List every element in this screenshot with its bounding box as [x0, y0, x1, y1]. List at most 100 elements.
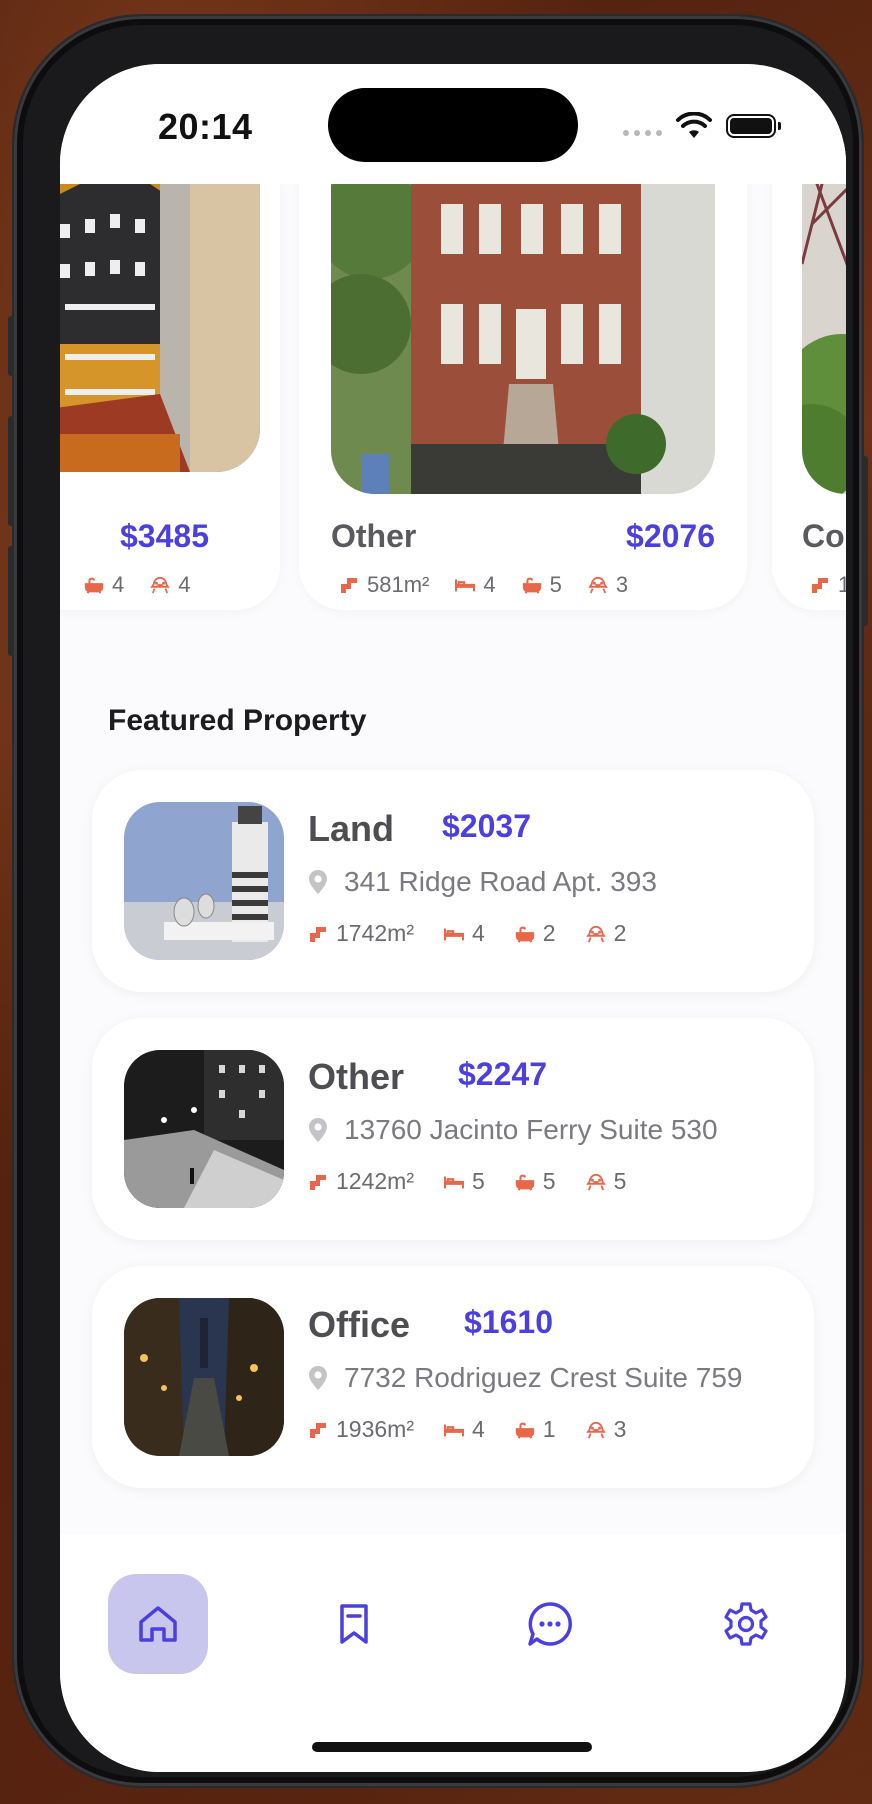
area-stat: 1742m²: [308, 920, 414, 947]
property-thumbnail: [124, 802, 284, 960]
bed-count: 5: [471, 1168, 485, 1194]
signal-icon: [623, 130, 662, 136]
bathtub-icon: [84, 576, 104, 594]
garage-count: 3: [615, 572, 629, 597]
tab-settings[interactable]: [696, 1574, 796, 1674]
property-address: 13760 Jacinto Ferry Suite 530: [308, 1114, 718, 1146]
bed-count: 4: [483, 572, 496, 597]
bed-icon: [444, 925, 464, 943]
volume-up-button: [8, 416, 14, 526]
dynamic-island: [328, 88, 578, 162]
bath-stat: 2: [515, 920, 556, 947]
property-price: $3485: [120, 518, 209, 554]
wifi-icon: [676, 112, 712, 138]
garage-icon: [586, 1421, 606, 1439]
property-price: $1610: [464, 1304, 553, 1340]
power-button: [862, 456, 868, 626]
property-address: 341 Ridge Road Apt. 393: [308, 866, 657, 898]
property-price: $2076: [626, 518, 715, 554]
garage-stat: 3: [588, 572, 628, 598]
bookmark-icon: [340, 1604, 368, 1644]
garage-stat: 5: [586, 1168, 627, 1195]
property-stats: 1242m² 5 5 5: [308, 1168, 626, 1195]
property-price: $2037: [442, 808, 531, 844]
bed-icon: [455, 576, 475, 594]
bath-stat: 4: [84, 572, 124, 598]
area-value: 1742m²: [336, 920, 414, 946]
bath-count: 2: [542, 920, 556, 946]
property-card[interactable]: Co 1: [772, 144, 846, 610]
garage-stat: 2: [586, 920, 627, 947]
area-icon: [810, 576, 830, 594]
area-stat: 581m²: [339, 572, 429, 598]
bed-icon: [444, 1173, 464, 1191]
area-icon: [308, 1173, 328, 1191]
property-image: [60, 144, 260, 472]
featured-property-card[interactable]: Other $2247 13760 Jacinto Ferry Suite 53…: [92, 1018, 814, 1240]
settings-icon: [724, 1602, 768, 1646]
area-value: 1: [838, 572, 846, 597]
property-stats: 4 4: [84, 572, 191, 598]
garage-stat: 4: [150, 572, 191, 598]
tab-messages[interactable]: [500, 1574, 600, 1674]
bathtub-icon: [515, 1173, 535, 1191]
volume-down-button: [8, 546, 14, 656]
property-thumbnail: [124, 1298, 284, 1456]
property-address: 7732 Rodriguez Crest Suite 759: [308, 1362, 742, 1394]
section-title: Featured Property: [108, 704, 367, 737]
clock: 20:14: [158, 106, 253, 147]
home-indicator[interactable]: [312, 1742, 592, 1752]
bed-count: 4: [471, 920, 485, 946]
status-bar: 20:14: [60, 64, 846, 184]
bathtub-icon: [515, 1421, 535, 1439]
bathtub-icon: [515, 925, 535, 943]
location-pin-icon: [308, 1117, 328, 1143]
area-value: 1936m²: [336, 1416, 414, 1442]
property-price: $2247: [458, 1056, 547, 1092]
area-stat: 1936m²: [308, 1416, 414, 1443]
bath-count: 4: [112, 572, 125, 597]
featured-property-card[interactable]: Land $2037 341 Ridge Road Apt. 393 1742m…: [92, 770, 814, 992]
bed-icon: [444, 1421, 464, 1439]
bath-count: 5: [549, 572, 562, 597]
location-pin-icon: [308, 869, 328, 895]
bath-stat: 5: [515, 1168, 556, 1195]
bath-count: 1: [542, 1416, 556, 1442]
area-icon: [339, 576, 359, 594]
tab-saved[interactable]: [304, 1574, 404, 1674]
area-value: 1242m²: [336, 1168, 414, 1194]
bath-count: 5: [542, 1168, 556, 1194]
location-pin-icon: [308, 1365, 328, 1391]
property-category: Co: [802, 518, 845, 554]
property-card[interactable]: $3485 4 4: [60, 144, 280, 610]
property-image: [331, 144, 715, 494]
featured-property-card[interactable]: Office $1610 7732 Rodriguez Crest Suite …: [92, 1266, 814, 1488]
property-category: Office: [308, 1304, 411, 1345]
area-icon: [308, 1421, 328, 1439]
property-stats: 1742m² 4 2 2: [308, 920, 626, 947]
garage-icon: [586, 1173, 606, 1191]
property-stats: 1: [810, 572, 846, 598]
bed-stat: 4: [455, 572, 496, 598]
garage-count: 3: [613, 1416, 627, 1442]
tab-bar: [60, 1534, 846, 1772]
tab-home[interactable]: [108, 1574, 208, 1674]
bed-stat: 4: [444, 1416, 485, 1443]
property-category: Land: [308, 808, 394, 849]
garage-count: 2: [613, 920, 627, 946]
property-category: Other: [331, 518, 417, 554]
phone-frame: $3485 4 4 Other $2076 581m² 4 5 3 Co 1 2…: [8, 16, 868, 1786]
bath-stat: 1: [515, 1416, 556, 1443]
battery-icon: [726, 114, 781, 138]
area-value: 581m²: [367, 572, 430, 597]
property-card[interactable]: Other $2076 581m² 4 5 3: [299, 144, 747, 610]
garage-count: 5: [613, 1168, 627, 1194]
property-stats: 1936m² 4 1 3: [308, 1416, 626, 1443]
area-icon: [308, 925, 328, 943]
address-text: 13760 Jacinto Ferry Suite 530: [344, 1114, 718, 1145]
garage-count: 4: [178, 572, 191, 597]
mute-switch: [8, 316, 14, 376]
area-stat: 1242m²: [308, 1168, 414, 1195]
bed-count: 4: [471, 1416, 485, 1442]
address-text: 7732 Rodriguez Crest Suite 759: [344, 1362, 743, 1393]
